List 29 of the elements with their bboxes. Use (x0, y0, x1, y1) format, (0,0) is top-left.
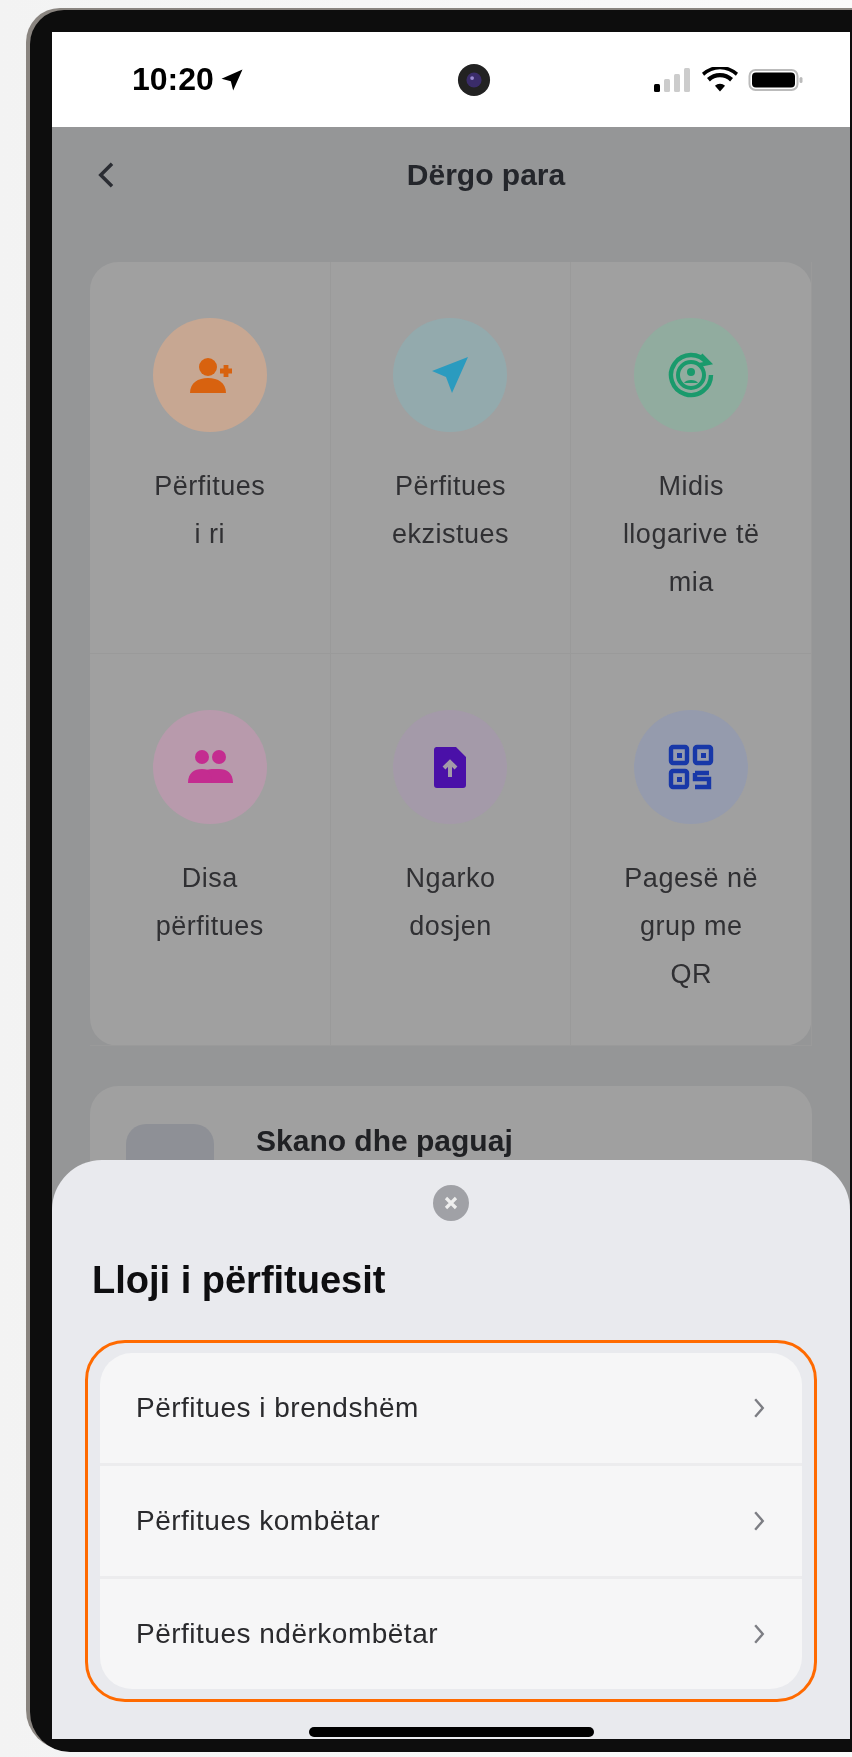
action-label: Midis llogarive të mia (622, 470, 760, 599)
action-tile[interactable]: Pagesë në grup me QR (571, 654, 812, 1046)
chevron-right-icon (753, 1397, 766, 1419)
wifi-icon (702, 66, 738, 93)
chevron-right-icon (753, 1510, 766, 1532)
action-tile[interactable]: Disa përfitues (90, 654, 331, 1046)
action-label: Ngarko dosjen (405, 862, 496, 943)
action-tile[interactable]: Përfitues i ri (90, 262, 331, 654)
option-label: Përfitues kombëtar (136, 1505, 380, 1537)
option-row[interactable]: Përfitues kombëtar (100, 1466, 802, 1579)
action-tile[interactable]: Përfitues ekzistues (330, 262, 572, 654)
scan-pay-title: Skano dhe paguaj (256, 1124, 513, 1158)
action-label: Pagesë në grup me QR (624, 862, 758, 991)
action-label: Disa përfitues (155, 862, 264, 943)
signal-icon (652, 66, 692, 93)
screen-title: Dërgo para (406, 157, 566, 192)
battery-icon (748, 66, 804, 93)
action-label: Përfitues ekzistues (391, 470, 509, 551)
clock-time: 10:20 (132, 61, 214, 98)
action-tile[interactable]: Ngarko dosjen (330, 654, 572, 1046)
sheet-title: Lloji i përfituesit (92, 1259, 386, 1302)
camera-icon (456, 62, 491, 97)
action-label: Përfitues i ri (154, 470, 266, 551)
chevron-right-icon (753, 1623, 766, 1645)
option-label: Përfitues i brendshëm (136, 1392, 419, 1424)
action-tile[interactable]: Midis llogarive të mia (571, 262, 812, 654)
option-row[interactable]: Përfitues i brendshëm (100, 1353, 802, 1466)
option-label: Përfitues ndërkombëtar (136, 1618, 439, 1650)
option-row[interactable]: Përfitues ndërkombëtar (100, 1579, 802, 1689)
